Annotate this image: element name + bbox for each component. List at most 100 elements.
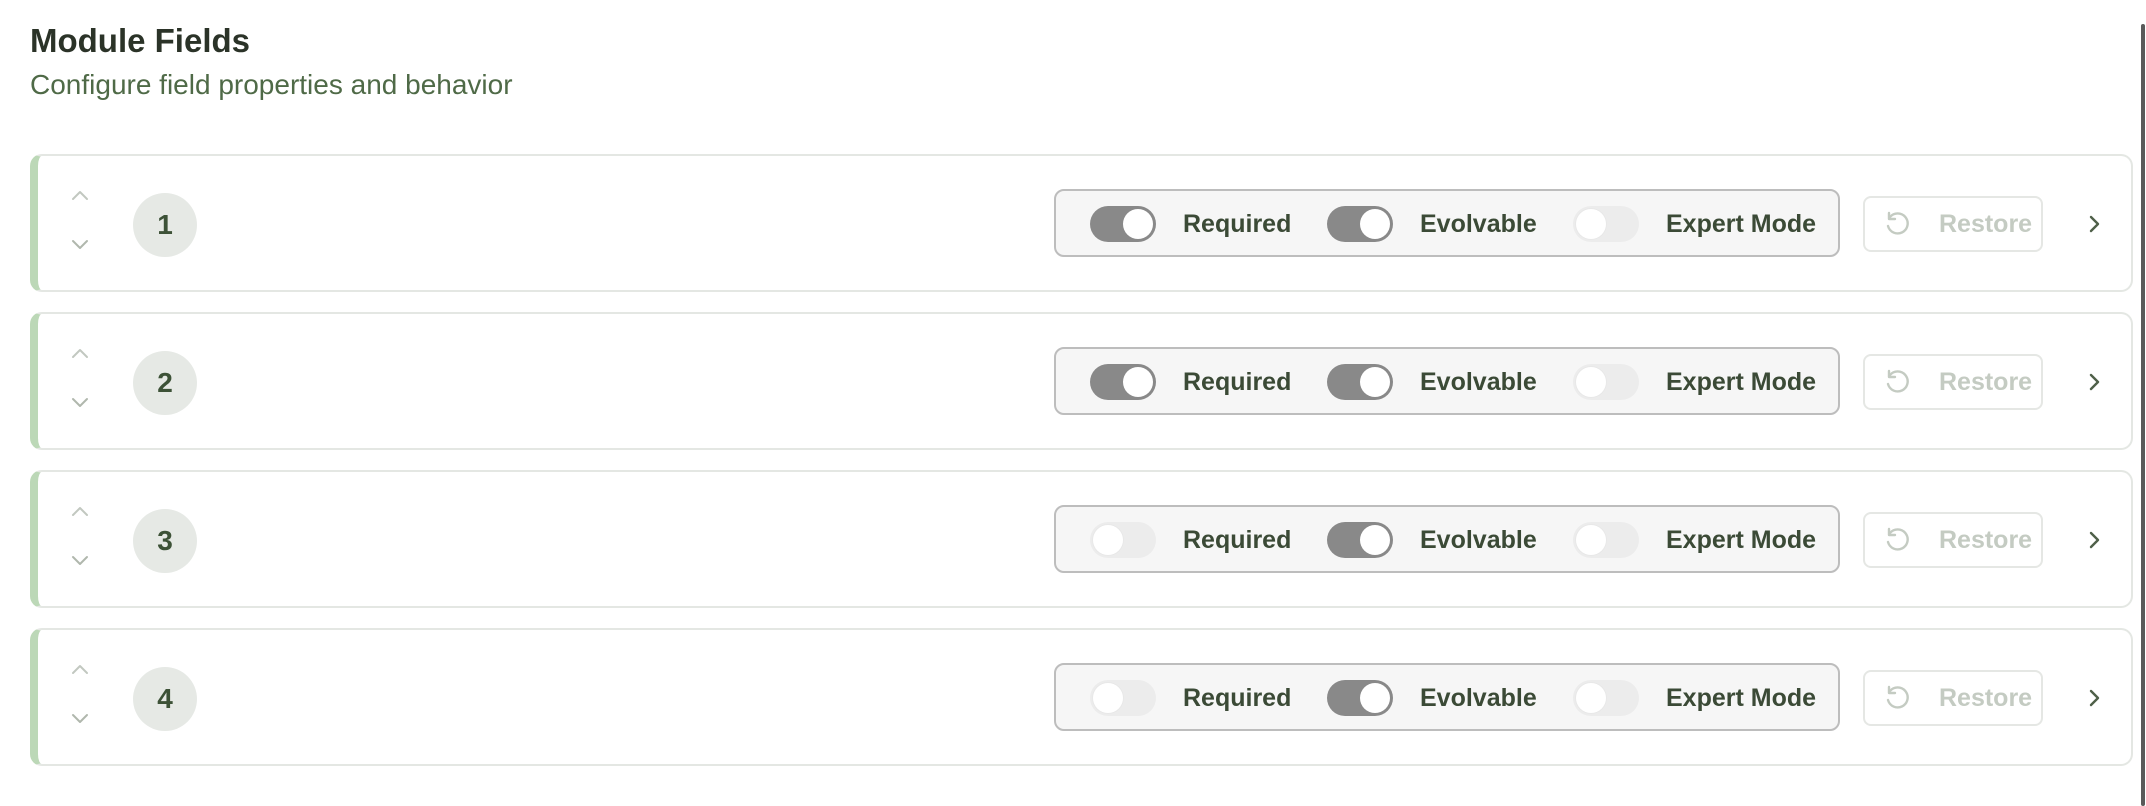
field-order-badge: 4 (133, 667, 197, 731)
expert-mode-label: Expert Mode (1666, 367, 1817, 396)
switch-knob (1360, 683, 1390, 713)
evolvable-switch[interactable] (1327, 522, 1393, 558)
reorder-controls (60, 492, 100, 588)
expert-mode-label: Expert Mode (1666, 683, 1817, 712)
move-up-button[interactable] (60, 334, 100, 374)
chevron-up-icon (72, 507, 88, 516)
switch-knob (1360, 367, 1390, 397)
field-card: 4 Required Evolvable Expert Mode Restore (30, 628, 2133, 766)
switch-knob (1123, 367, 1153, 397)
evolvable-label: Evolvable (1420, 367, 1537, 396)
move-down-button[interactable] (60, 540, 100, 580)
chevron-down-icon (72, 556, 88, 565)
field-card: 2 Required Evolvable Expert Mode Restore (30, 312, 2133, 450)
field-order-badge: 2 (133, 351, 197, 415)
reorder-controls (60, 176, 100, 272)
expert-mode-label: Expert Mode (1666, 525, 1817, 554)
restore-button[interactable]: Restore (1863, 512, 2043, 568)
expert-mode-toggle[interactable]: Expert Mode (1573, 364, 1816, 400)
expert-mode-toggle[interactable]: Expert Mode (1573, 680, 1816, 716)
evolvable-toggle[interactable]: Evolvable (1327, 522, 1537, 558)
reorder-controls (60, 334, 100, 430)
evolvable-toggle[interactable]: Evolvable (1327, 206, 1537, 242)
required-switch[interactable] (1090, 364, 1156, 400)
required-toggle[interactable]: Required (1090, 206, 1291, 242)
chevron-right-icon (2089, 373, 2100, 391)
move-down-button[interactable] (60, 698, 100, 738)
expert-mode-switch[interactable] (1573, 680, 1639, 716)
chevron-up-icon (72, 665, 88, 674)
restore-button[interactable]: Restore (1863, 670, 2043, 726)
page-header: Module Fields Configure field properties… (30, 20, 513, 104)
restore-icon (1881, 208, 1913, 240)
chevron-up-icon (72, 349, 88, 358)
required-label: Required (1183, 209, 1292, 238)
expand-field-button[interactable] (2074, 678, 2114, 718)
expert-mode-switch[interactable] (1573, 206, 1639, 242)
switch-knob (1360, 209, 1390, 239)
field-order-badge: 3 (133, 509, 197, 573)
required-switch[interactable] (1090, 680, 1156, 716)
switch-knob (1576, 683, 1606, 713)
restore-label: Restore (1939, 209, 2033, 238)
evolvable-switch[interactable] (1327, 680, 1393, 716)
move-up-button[interactable] (60, 176, 100, 216)
reorder-controls (60, 650, 100, 746)
chevron-down-icon (72, 714, 88, 723)
switch-knob (1576, 367, 1606, 397)
page-subtitle: Configure field properties and behavior (30, 69, 513, 100)
switch-knob (1123, 209, 1153, 239)
field-toggle-group: Required Evolvable Expert Mode (1054, 663, 1840, 731)
chevron-down-icon (72, 398, 88, 407)
chevron-up-icon (72, 191, 88, 200)
required-toggle[interactable]: Required (1090, 522, 1291, 558)
expert-mode-toggle[interactable]: Expert Mode (1573, 522, 1816, 558)
evolvable-toggle[interactable]: Evolvable (1327, 680, 1537, 716)
expert-mode-switch[interactable] (1573, 522, 1639, 558)
required-toggle[interactable]: Required (1090, 680, 1291, 716)
expand-field-button[interactable] (2074, 520, 2114, 560)
chevron-right-icon (2089, 689, 2100, 707)
move-down-button[interactable] (60, 382, 100, 422)
evolvable-switch[interactable] (1327, 364, 1393, 400)
restore-icon (1881, 366, 1913, 398)
field-toggle-group: Required Evolvable Expert Mode (1054, 189, 1840, 257)
required-switch[interactable] (1090, 206, 1156, 242)
required-label: Required (1183, 367, 1292, 396)
evolvable-switch[interactable] (1327, 206, 1393, 242)
field-list: 1 Required Evolvable Expert Mode Restore… (30, 154, 2133, 786)
field-card: 3 Required Evolvable Expert Mode Restore (30, 470, 2133, 608)
move-up-button[interactable] (60, 650, 100, 690)
expand-field-button[interactable] (2074, 362, 2114, 402)
required-label: Required (1183, 525, 1292, 554)
scrollbar-thumb[interactable] (2141, 24, 2145, 806)
restore-button[interactable]: Restore (1863, 196, 2043, 252)
required-toggle[interactable]: Required (1090, 364, 1291, 400)
evolvable-toggle[interactable]: Evolvable (1327, 364, 1537, 400)
required-switch[interactable] (1090, 522, 1156, 558)
restore-label: Restore (1939, 683, 2033, 712)
expert-mode-switch[interactable] (1573, 364, 1639, 400)
field-order-badge: 1 (133, 193, 197, 257)
expand-field-button[interactable] (2074, 204, 2114, 244)
switch-knob (1576, 209, 1606, 239)
chevron-right-icon (2089, 531, 2100, 549)
chevron-down-icon (72, 240, 88, 249)
chevron-right-icon (2089, 215, 2100, 233)
expert-mode-toggle[interactable]: Expert Mode (1573, 206, 1816, 242)
restore-label: Restore (1939, 525, 2033, 554)
evolvable-label: Evolvable (1420, 683, 1537, 712)
evolvable-label: Evolvable (1420, 209, 1537, 238)
required-label: Required (1183, 683, 1292, 712)
scrollbar[interactable] (2140, 0, 2146, 806)
move-down-button[interactable] (60, 224, 100, 264)
restore-button[interactable]: Restore (1863, 354, 2043, 410)
restore-label: Restore (1939, 367, 2033, 396)
evolvable-label: Evolvable (1420, 525, 1537, 554)
page-title: Module Fields (30, 22, 251, 59)
switch-knob (1093, 683, 1123, 713)
move-up-button[interactable] (60, 492, 100, 532)
module-fields-page: Module Fields Configure field properties… (0, 0, 2146, 806)
field-toggle-group: Required Evolvable Expert Mode (1054, 347, 1840, 415)
restore-icon (1881, 524, 1913, 556)
